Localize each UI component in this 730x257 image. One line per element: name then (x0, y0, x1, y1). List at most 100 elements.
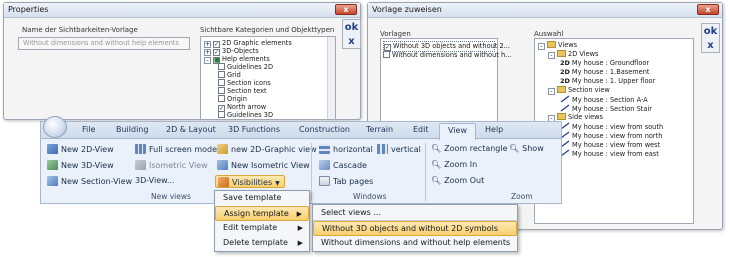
tab-help[interactable]: Help (485, 125, 503, 134)
checkbox[interactable] (218, 63, 225, 70)
menu-item-save-template[interactable]: Save template (215, 191, 309, 206)
menu-item-edit-template[interactable]: Edit template ▶ (215, 221, 309, 236)
category-tree-item[interactable]: Section text (218, 87, 267, 95)
tab-file[interactable]: File (82, 125, 95, 134)
horizontal-icon (319, 144, 330, 154)
checkbox[interactable] (383, 51, 390, 58)
categories-scrollbar[interactable] (327, 37, 335, 119)
tab-3d-functions[interactable]: 3D Functions (228, 125, 280, 134)
view-label: Side views (568, 113, 603, 121)
group-windows-label: Windows (353, 192, 387, 201)
checkbox[interactable] (218, 95, 225, 102)
show-button[interactable]: 🔍︎ Show (509, 144, 544, 153)
tab-construction[interactable]: Construction (299, 125, 350, 134)
zoom-rectangle-button[interactable]: 🔍︎ Zoom rectangle (431, 144, 508, 153)
view-tree-item[interactable]: My house : view from south (560, 122, 663, 131)
checkbox[interactable] (218, 79, 225, 86)
new-2d-view-button[interactable]: New 2D-View (47, 144, 114, 154)
chevron-right-icon: ▶ (297, 224, 303, 232)
view-tree-item[interactable]: - Section view (548, 86, 610, 95)
assign-action-panel: ok x (701, 23, 720, 53)
view-tree-item[interactable]: My house : view from east (560, 149, 659, 158)
category-label: North arrow (227, 103, 267, 111)
properties-ok-button[interactable]: ok (343, 20, 360, 36)
category-tree-item[interactable]: Guidelines 2D (218, 63, 273, 71)
visibilities-menu: Save template Assign template ▶ Edit templa… (214, 190, 310, 252)
isometric-view-button[interactable]: Isometric View (135, 160, 208, 170)
view-label: Section view (568, 86, 610, 94)
new-2d-graphic-view-button[interactable]: new 2D-Graphic view (217, 144, 317, 154)
view-tree-item[interactable]: My house : Section Stair (560, 104, 652, 113)
zoom-out-button[interactable]: 🔍︎ Zoom Out (431, 176, 484, 185)
category-tree-item[interactable]: Guidelines 3D (218, 111, 273, 119)
assign-ok-button[interactable]: ok (702, 24, 719, 40)
menu-item-delete-template[interactable]: Delete template ▶ (215, 236, 309, 251)
full-screen-label: Full screen mode (149, 145, 218, 154)
app-menu-orb[interactable] (43, 116, 67, 138)
tab-view[interactable]: View (439, 123, 476, 140)
collapse-icon[interactable]: - (548, 52, 555, 59)
tab-pages-label: Tab pages (333, 177, 374, 186)
view-tree-item[interactable]: - Views (538, 41, 577, 50)
3d-view-button[interactable]: 3D-View... (135, 176, 175, 185)
assign-cancel-button[interactable]: x (702, 40, 719, 54)
submenu-item[interactable]: Without 3D objects and without 2D symbol… (313, 221, 517, 236)
view-tree-item[interactable]: - 2D Views (548, 50, 598, 59)
new-section-view-icon (47, 176, 58, 186)
categories-label: Sichtbare Kategorien und Objekttypen (200, 26, 335, 34)
checkbox[interactable] (218, 71, 225, 78)
full-screen-mode-button[interactable]: Full screen mode (135, 144, 217, 154)
new-3d-view-button[interactable]: New 3D-View (47, 160, 114, 170)
view-tree-item[interactable]: 2D My house : 1. Upper floor (560, 77, 655, 85)
submenu-item[interactable]: Select views ... (313, 206, 517, 221)
3d-view-label: 3D-View... (135, 176, 175, 185)
categories-tree[interactable]: + ✓ 2D Graphic elements + ✓ 3D-Objects - ■ Help … (200, 36, 336, 120)
menu-item-assign-template[interactable]: Assign template ▶ (215, 206, 309, 221)
vertical-button[interactable]: vertical (377, 144, 421, 154)
collapse-icon[interactable]: - (204, 57, 211, 64)
submenu-item[interactable]: Without dimensions and without help elem… (313, 236, 517, 251)
collapse-icon[interactable]: - (538, 43, 545, 50)
category-tree-item[interactable]: Grid (218, 71, 241, 79)
checkbox[interactable] (218, 87, 225, 94)
cascade-button[interactable]: Cascade (319, 160, 367, 170)
horizontal-button[interactable]: horizontal (319, 144, 373, 154)
templates-label: Vorlagen (380, 30, 411, 38)
category-label: Guidelines 2D (227, 63, 274, 71)
new-isometric-view-button[interactable]: New Isometric View (217, 160, 310, 170)
tab-edit[interactable]: Edit (413, 125, 429, 134)
new-2d-view-icon (47, 144, 58, 154)
view-label: My house : view from north (572, 132, 663, 140)
vertical-icon (377, 144, 388, 154)
view-tree-item[interactable]: My house : view from west (560, 140, 660, 149)
checkbox[interactable]: ✓ (384, 44, 391, 51)
tab-building[interactable]: Building (116, 125, 148, 134)
new-isometric-label: New Isometric View (231, 161, 310, 170)
tab-terrain[interactable]: Terrain (366, 125, 393, 134)
tab-pages-button[interactable]: Tab pages (319, 176, 373, 186)
properties-title: Properties (8, 5, 49, 14)
checkbox[interactable] (218, 111, 225, 118)
template-list-item[interactable]: Without dimensions and without h... (383, 51, 511, 59)
assign-close-button[interactable]: x (697, 4, 719, 15)
visibilities-label: Visibilities (232, 178, 273, 187)
view-tree-item[interactable]: My house : view from north (560, 131, 662, 140)
view-label: My house : 1. Upper floor (571, 77, 656, 85)
template-name-field[interactable]: Without dimensions and without help elem… (18, 37, 190, 50)
new-section-view-button[interactable]: New Section-View (47, 176, 132, 186)
zoom-in-button[interactable]: 🔍︎ Zoom In (431, 160, 477, 169)
collapse-icon[interactable]: - (548, 88, 555, 95)
view-tree-item[interactable]: 2D My house : Groundfloor (560, 59, 649, 67)
view-tree-item[interactable]: 2D My house : 1.Basement (560, 68, 650, 76)
tab-2d-layout[interactable]: 2D & Layout (166, 125, 216, 134)
visibilities-button[interactable]: Visibilities ▼ (215, 175, 285, 188)
new-isometric-icon (217, 160, 228, 170)
view-label: My house : view from south (572, 123, 664, 131)
category-tree-item[interactable]: Section icons (218, 79, 271, 87)
category-tree-item[interactable]: Origin (218, 95, 247, 103)
properties-cancel-button[interactable]: x (343, 36, 360, 50)
view-tree-item[interactable]: My house : Section A-A (560, 95, 648, 104)
2d-view-icon: 2D (560, 59, 570, 67)
properties-close-button[interactable]: x (335, 4, 357, 15)
properties-window: Properties x Name der Sichtbarkeiten-Vor… (3, 2, 361, 120)
